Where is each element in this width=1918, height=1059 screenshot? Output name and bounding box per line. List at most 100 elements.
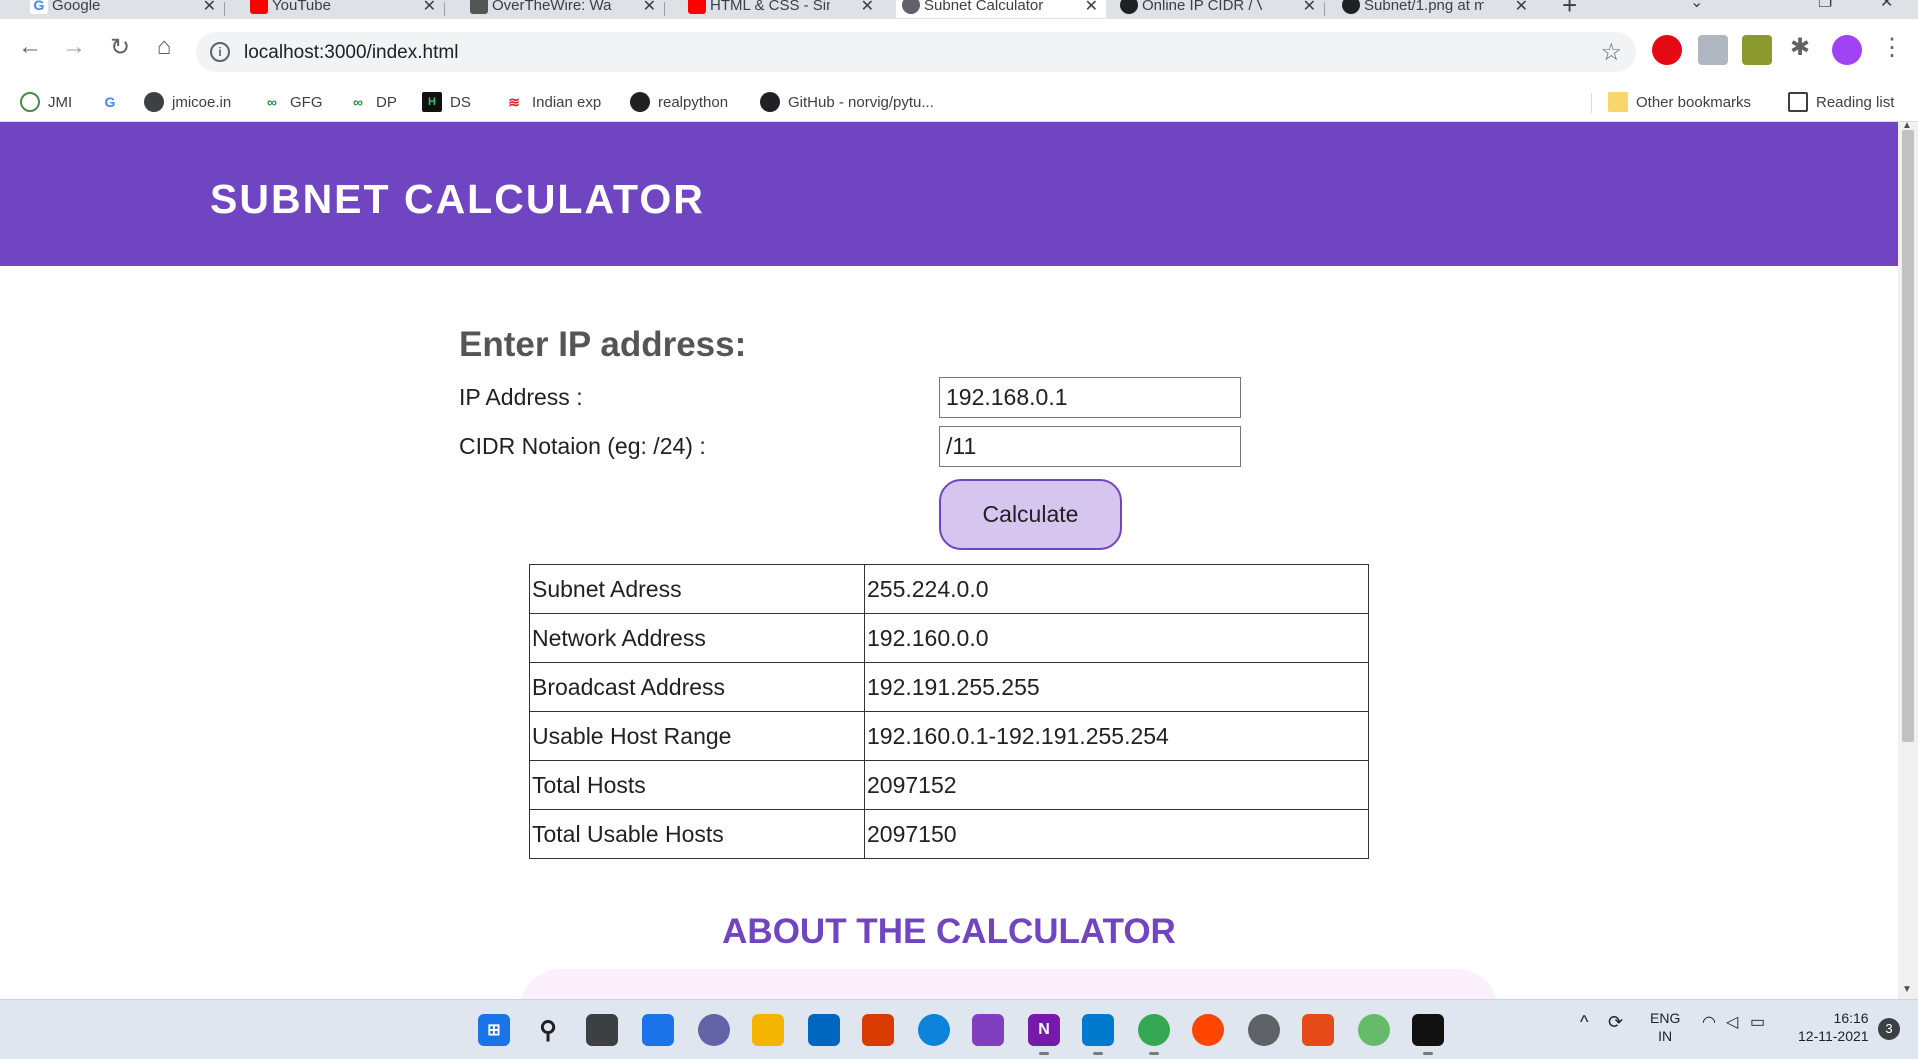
google-icon: G bbox=[104, 94, 116, 110]
tab-title: YouTube bbox=[272, 0, 331, 14]
menu-dots-icon[interactable]: ⋮ bbox=[1876, 33, 1908, 62]
tab-subnet-calculator[interactable]: Subnet Calculator ✕ bbox=[896, 0, 1106, 18]
language-indicator[interactable]: ENG IN bbox=[1650, 1009, 1680, 1045]
site-info-icon[interactable]: i bbox=[210, 42, 230, 62]
profile-avatar-icon[interactable] bbox=[1832, 35, 1862, 65]
page-scrollbar[interactable]: ▲ ▼ bbox=[1898, 120, 1918, 999]
search-icon[interactable]: ⚲ bbox=[532, 1014, 564, 1046]
volume-icon[interactable]: ◁ bbox=[1726, 1012, 1738, 1032]
home-icon[interactable]: ⌂ bbox=[148, 33, 180, 61]
restore-icon[interactable]: ❐ bbox=[1818, 0, 1832, 12]
snipping-tool-icon[interactable] bbox=[1302, 1014, 1334, 1046]
atom-icon[interactable] bbox=[1358, 1014, 1390, 1046]
ip-address-input[interactable] bbox=[939, 377, 1241, 418]
table-row: Network Address 192.160.0.0 bbox=[529, 613, 1369, 663]
office-icon[interactable] bbox=[862, 1014, 894, 1046]
window-close-icon[interactable]: ✕ bbox=[1880, 0, 1893, 12]
results-table: Subnet Adress 255.224.0.0 Network Addres… bbox=[529, 564, 1369, 859]
bookmark-realpython[interactable]: realpython bbox=[630, 92, 728, 112]
battery-icon[interactable]: ▭ bbox=[1750, 1012, 1765, 1032]
bookmark-github-norvig[interactable]: GitHub - norvig/pytu... bbox=[760, 92, 934, 112]
about-card bbox=[520, 969, 1498, 999]
browser-toolbar: ← → ↻ ⌂ i localhost:3000/index.html ☆ ✱ … bbox=[0, 19, 1918, 84]
tab-html-css[interactable]: HTML & CSS - Simp ✕ bbox=[682, 0, 882, 18]
result-key: Usable Host Range bbox=[529, 711, 865, 761]
scrollbar-thumb[interactable] bbox=[1902, 130, 1914, 742]
bookmark-separator bbox=[1591, 93, 1592, 113]
bookmark-ds[interactable]: H DS bbox=[422, 92, 471, 112]
bookmark-indian-exp[interactable]: ≋ Indian exp bbox=[504, 92, 601, 112]
bookmark-gfg[interactable]: ∞ GFG bbox=[262, 92, 323, 112]
address-bar[interactable]: i localhost:3000/index.html ☆ bbox=[196, 32, 1636, 72]
close-icon[interactable]: ✕ bbox=[643, 0, 656, 16]
github-icon bbox=[760, 92, 780, 112]
new-tab-icon[interactable]: + bbox=[1562, 0, 1577, 19]
chat-icon[interactable] bbox=[698, 1014, 730, 1046]
visual-studio-icon[interactable] bbox=[972, 1014, 1004, 1046]
clock[interactable]: 16:16 12-11-2021 bbox=[1798, 1009, 1869, 1045]
url-text[interactable]: localhost:3000/index.html bbox=[244, 42, 458, 64]
tab-google[interactable]: G Google ✕ bbox=[24, 0, 225, 18]
tab-search-icon[interactable]: ⌄ bbox=[1690, 0, 1703, 12]
cidr-input[interactable] bbox=[939, 426, 1241, 467]
tab-title: Online IP CIDR / VL bbox=[1142, 0, 1262, 14]
calculate-button[interactable]: Calculate bbox=[939, 479, 1122, 550]
close-icon[interactable]: ✕ bbox=[1515, 0, 1528, 16]
google-icon: G bbox=[30, 0, 48, 14]
terminal-icon[interactable] bbox=[1412, 1014, 1444, 1055]
tab-title: OverTheWire: Warg bbox=[492, 0, 612, 14]
tab-overthewire[interactable]: OverTheWire: Warg ✕ bbox=[464, 0, 665, 18]
windows-start-icon[interactable]: ⊞ bbox=[478, 1014, 510, 1046]
vscode-icon[interactable] bbox=[1082, 1014, 1114, 1055]
github-icon bbox=[1342, 0, 1360, 14]
bookmark-dp[interactable]: ∞ DP bbox=[348, 92, 397, 112]
sync-icon[interactable]: ⟳ bbox=[1608, 1012, 1623, 1033]
reddit-icon[interactable] bbox=[1192, 1014, 1224, 1046]
bookmark-other-bookmarks[interactable]: Other bookmarks bbox=[1608, 92, 1751, 112]
form-title: Enter IP address: bbox=[459, 325, 747, 364]
settings-gear-icon[interactable] bbox=[1248, 1014, 1280, 1046]
page-header: SUBNET CALCULATOR bbox=[0, 122, 1898, 266]
store-icon[interactable] bbox=[808, 1014, 840, 1046]
file-explorer-icon[interactable] bbox=[752, 1014, 784, 1046]
gfg-icon: ∞ bbox=[353, 94, 363, 110]
page-content: SUBNET CALCULATOR Enter IP address: IP A… bbox=[0, 122, 1898, 999]
globe-icon bbox=[144, 92, 164, 112]
notification-badge[interactable]: 3 bbox=[1878, 1018, 1900, 1040]
tab-github-subnet[interactable]: Subnet/1.png at m ✕ bbox=[1336, 0, 1536, 18]
close-icon[interactable]: ✕ bbox=[423, 0, 436, 16]
edge-icon[interactable] bbox=[918, 1014, 950, 1046]
chevron-up-icon[interactable]: ^ bbox=[1580, 1012, 1588, 1033]
result-value: 192.160.0.1-192.191.255.254 bbox=[864, 711, 1369, 761]
overthewire-icon bbox=[470, 0, 488, 14]
close-icon[interactable]: ✕ bbox=[1303, 0, 1316, 16]
close-icon[interactable]: ✕ bbox=[1085, 0, 1098, 16]
opera-extension-icon[interactable] bbox=[1652, 35, 1682, 65]
scroll-down-icon[interactable]: ▼ bbox=[1902, 984, 1912, 995]
bookmarks-bar: JMI G jmicoe.in ∞ GFG ∞ DP H DS ≋ Indian… bbox=[0, 84, 1918, 122]
tab-online-ip-cidr[interactable]: Online IP CIDR / VL ✕ bbox=[1114, 0, 1325, 18]
extension-icon[interactable] bbox=[1742, 35, 1772, 65]
bookmark-star-icon[interactable]: ☆ bbox=[1600, 38, 1622, 67]
puzzle-extensions-icon[interactable]: ✱ bbox=[1784, 33, 1816, 62]
task-view-icon[interactable] bbox=[586, 1014, 618, 1046]
tab-title: Subnet/1.png at m bbox=[1364, 0, 1484, 14]
about-title: ABOUT THE CALCULATOR bbox=[722, 912, 1176, 951]
wifi-icon[interactable]: ◠ bbox=[1702, 1012, 1716, 1032]
bookmark-google[interactable]: G bbox=[100, 92, 128, 112]
reading-list-button[interactable]: Reading list bbox=[1788, 92, 1894, 112]
forward-icon[interactable]: → bbox=[58, 33, 90, 61]
widgets-icon[interactable] bbox=[642, 1014, 674, 1046]
reload-icon[interactable]: ↻ bbox=[104, 33, 136, 62]
bookmark-jmi[interactable]: JMI bbox=[20, 92, 72, 112]
extension-icon[interactable] bbox=[1698, 35, 1728, 65]
close-icon[interactable]: ✕ bbox=[861, 0, 874, 16]
tab-youtube[interactable]: YouTube ✕ bbox=[244, 0, 445, 18]
bookmark-jmicoe[interactable]: jmicoe.in bbox=[144, 92, 231, 112]
close-icon[interactable]: ✕ bbox=[203, 0, 216, 16]
onenote-icon[interactable]: N bbox=[1028, 1014, 1060, 1055]
back-icon[interactable]: ← bbox=[14, 33, 46, 61]
result-key: Subnet Adress bbox=[529, 564, 865, 614]
youtube-icon bbox=[688, 0, 706, 14]
chrome-icon[interactable] bbox=[1138, 1014, 1170, 1055]
